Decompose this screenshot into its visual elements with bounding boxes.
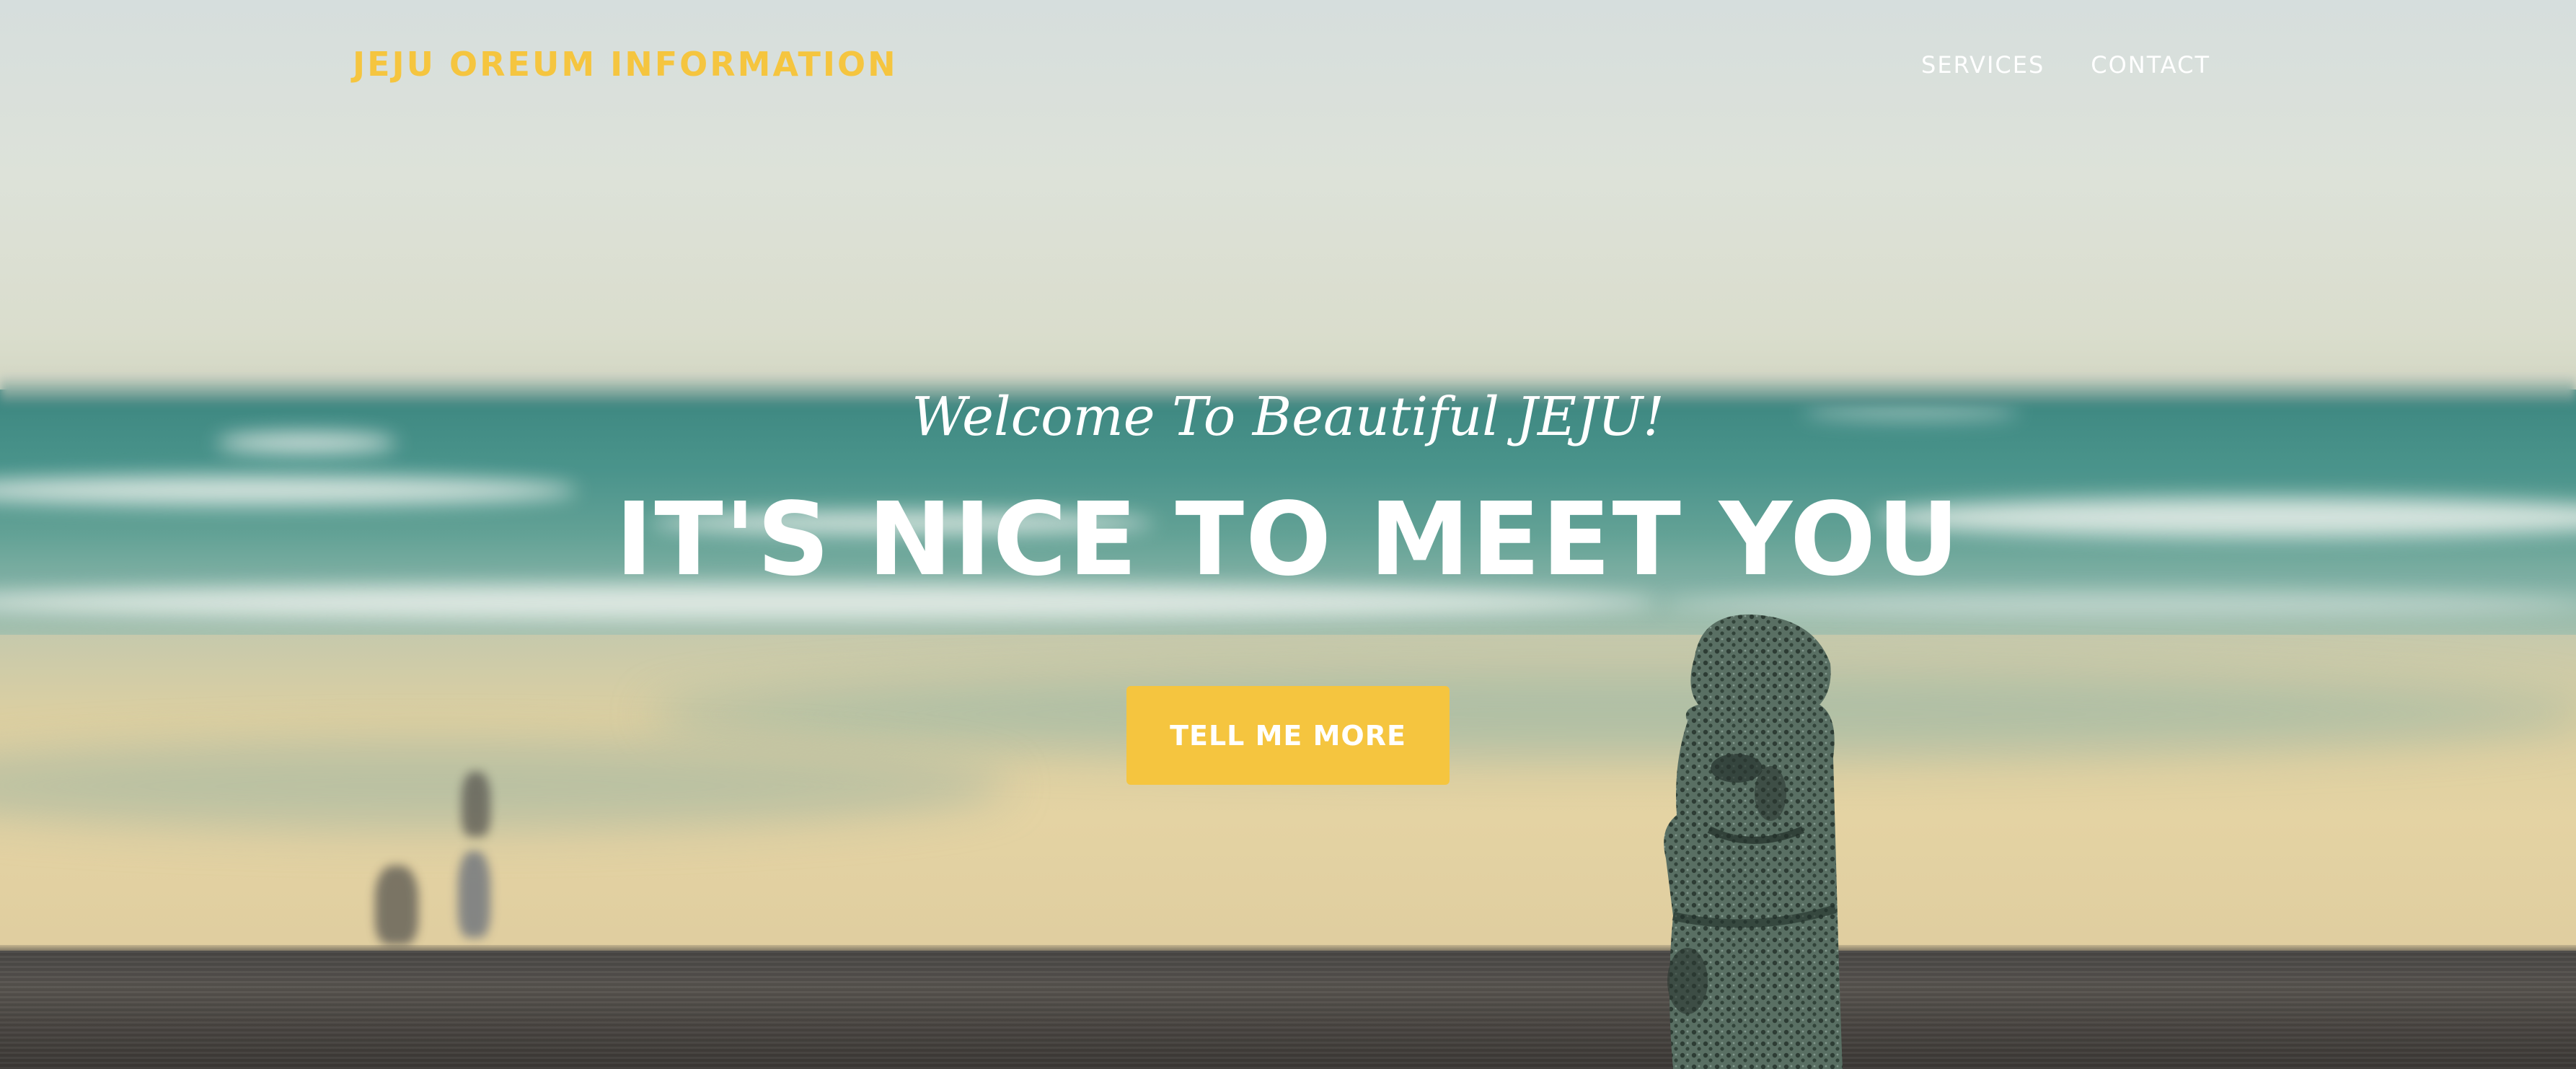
top-navbar: JEJU OREUM INFORMATION SERVICES CONTACT [0, 0, 2576, 133]
nav-link-contact[interactable]: CONTACT [2091, 51, 2210, 79]
hero-section: JEJU OREUM INFORMATION SERVICES CONTACT … [0, 0, 2576, 1069]
brand-logo-link[interactable]: JEJU OREUM INFORMATION [353, 45, 898, 84]
intro-lead-in: Welcome To Beautiful JEJU! [912, 386, 1664, 448]
intro-heading: IT'S NICE TO MEET YOU [615, 481, 1961, 599]
nav-links: SERVICES CONTACT [1921, 51, 2210, 79]
intro-text: Welcome To Beautiful JEJU! IT'S NICE TO … [0, 382, 2576, 594]
nav-link-services[interactable]: SERVICES [1921, 51, 2045, 79]
tell-me-more-button[interactable]: TELL ME MORE [1126, 686, 1450, 785]
